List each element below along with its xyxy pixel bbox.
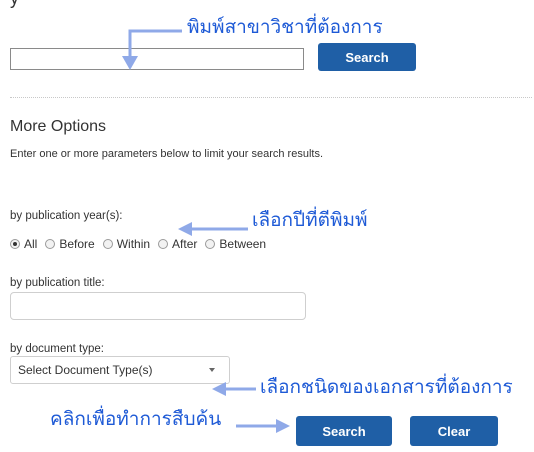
arrowhead-icon [122,56,138,70]
arrowhead-icon [178,222,192,236]
arrowhead-icon [276,419,290,433]
annotation-arrows [122,29,290,433]
arrowhead-icon [212,382,226,396]
arrow-down-icon [128,29,182,58]
